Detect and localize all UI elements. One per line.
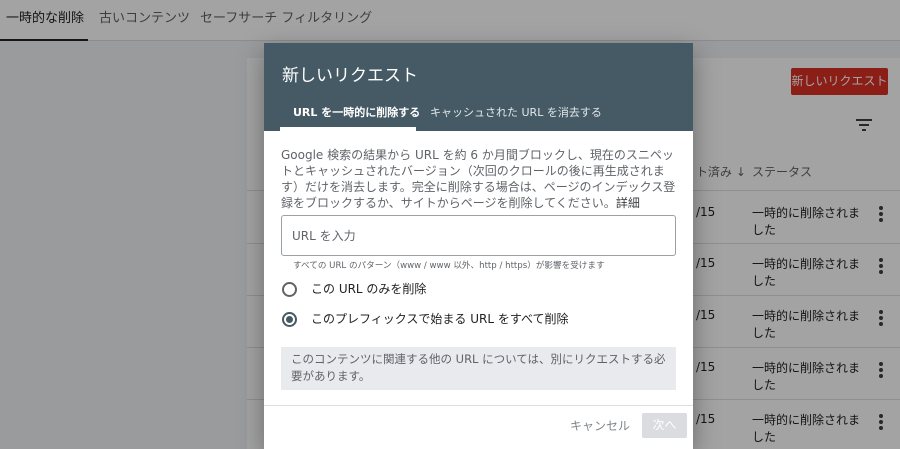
url-input[interactable] bbox=[292, 216, 667, 255]
tab-remove-url-temporarily[interactable]: URL を一時的に削除する bbox=[293, 106, 420, 120]
tab-clear-cached-url[interactable]: キャッシュされた URL を消去する bbox=[430, 106, 602, 120]
radio-unchecked-icon[interactable] bbox=[282, 282, 297, 297]
learn-more-link[interactable]: 詳細 bbox=[616, 196, 640, 210]
dialog-description: Google 検索の結果から URL を約 6 か月間ブロックし、現在のスニペッ… bbox=[281, 147, 679, 211]
active-tab-indicator bbox=[280, 127, 416, 131]
dialog-footer-divider bbox=[264, 405, 693, 406]
radio-checked-icon[interactable] bbox=[282, 312, 297, 327]
new-request-dialog: 新しいリクエスト URL を一時的に削除する キャッシュされた URL を消去す… bbox=[264, 43, 693, 449]
dialog-title: 新しいリクエスト bbox=[282, 66, 418, 86]
url-field[interactable] bbox=[281, 215, 676, 256]
cancel-button[interactable]: キャンセル bbox=[570, 417, 630, 434]
info-notice: このコンテンツに関連する他の URL については、別にリクエストする必要がありま… bbox=[281, 347, 676, 390]
next-button[interactable]: 次へ bbox=[642, 413, 687, 438]
radio-label[interactable]: この URL のみを削除 bbox=[311, 282, 426, 297]
dialog-header: 新しいリクエスト URL を一時的に削除する キャッシュされた URL を消去す… bbox=[264, 43, 693, 131]
url-field-hint: すべての URL のパターン（www / www 以外、http / https… bbox=[293, 261, 605, 271]
radio-label[interactable]: このプレフィックスで始まる URL をすべて削除 bbox=[311, 312, 569, 327]
